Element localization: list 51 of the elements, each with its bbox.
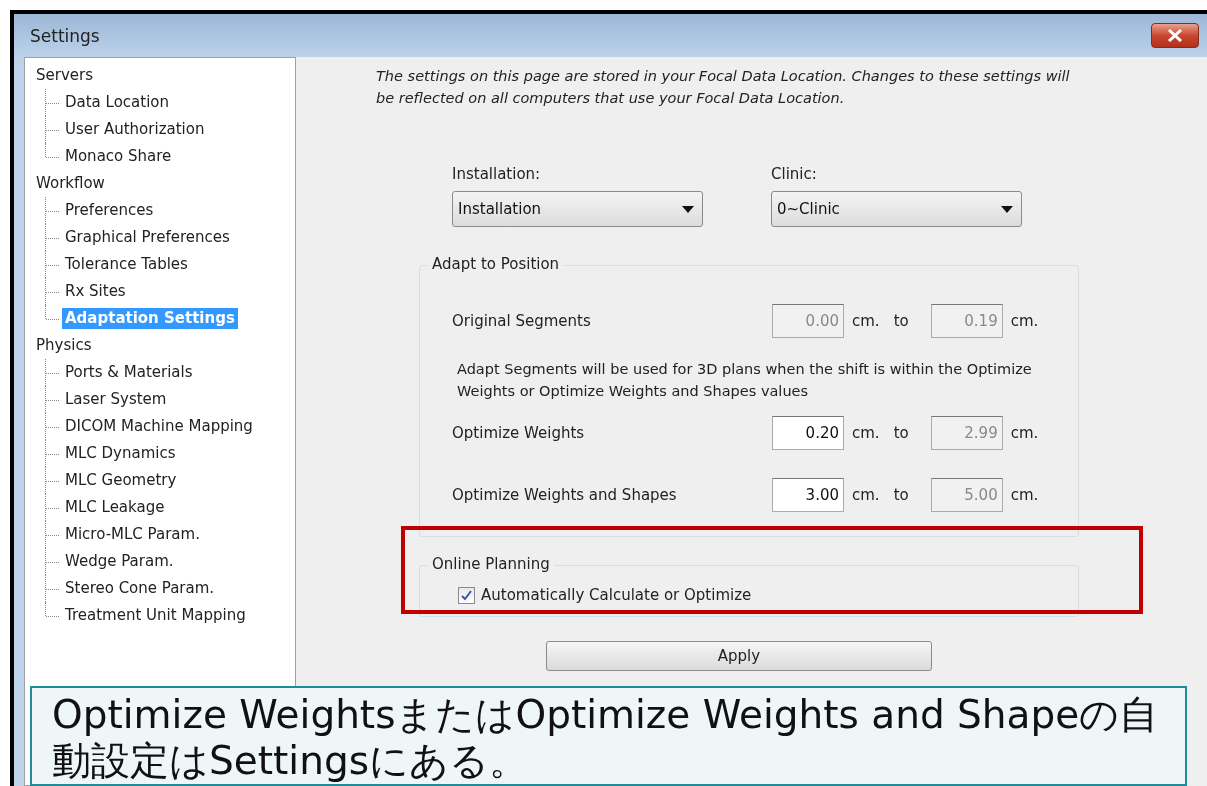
unit-label: cm. [1010, 312, 1039, 330]
dropdown-arrow-icon [682, 205, 694, 213]
tree-item[interactable]: Treatment Unit Mapping [62, 605, 249, 626]
window-title: Settings [30, 25, 100, 46]
close-icon [1167, 29, 1183, 42]
dropdown[interactable]: 0~Clinic [771, 191, 1022, 227]
tree-item[interactable]: Ports & Materials [62, 362, 196, 383]
tree-item[interactable]: DICOM Machine Mapping [62, 416, 256, 437]
tree-item[interactable]: MLC Leakage [62, 497, 168, 518]
explanation-text: Adapt Segments will be used for 3D plans when the shift is within the Optimize Weights or Optimize Weights and Shapes values [457, 360, 1033, 401]
tree-item[interactable]: Micro-MLC Param. [62, 524, 203, 545]
tree-item[interactable]: Stereo Cone Param. [62, 578, 218, 599]
tree-item[interactable]: Graphical Preferences [62, 227, 233, 248]
tree-item[interactable]: Physics [33, 335, 95, 356]
unit-label: cm. [852, 424, 880, 442]
field-label: Installation: [452, 165, 542, 183]
number-field[interactable]: 0.20 [772, 416, 844, 450]
close-button[interactable] [1151, 23, 1199, 48]
to-label: to [893, 424, 909, 442]
tree-item[interactable]: Servers [33, 65, 96, 86]
unit-label: cm. [1010, 486, 1039, 504]
group-title: Adapt to Position [428, 255, 564, 273]
tree-item[interactable]: Workflow [33, 173, 108, 194]
tree-item[interactable]: User Authorization [62, 119, 208, 140]
checkbox[interactable] [458, 586, 475, 604]
storage-notice: The settings on this page are stored in your Focal Data Location. Changes to these settings will be reflected on all computers that use your Focal Data Location. [376, 67, 1071, 108]
tree-item[interactable]: MLC Dynamics [62, 443, 179, 464]
callout-text: Optimize WeightsまたはOptimize Weights and Shapeの自動設定はSettingsにある。 [30, 686, 1187, 786]
field-label: Clinic: [771, 165, 818, 183]
number-field[interactable]: 3.00 [772, 478, 844, 512]
tree-item[interactable]: Laser System [62, 389, 170, 410]
unit-label: cm. [1010, 424, 1039, 442]
tree-item[interactable]: MLC Geometry [62, 470, 180, 491]
row-label: Original Segments [452, 312, 592, 330]
tree-item[interactable]: Rx Sites [62, 281, 129, 302]
dropdown[interactable]: Installation [452, 191, 703, 227]
unit-label: cm. [852, 312, 880, 330]
to-label: to [893, 312, 909, 330]
tree-item[interactable]: Wedge Param. [62, 551, 177, 572]
tree-item[interactable]: Data Location [62, 92, 173, 113]
group-title: Online Planning [428, 555, 554, 573]
tree-item[interactable]: Preferences [62, 200, 157, 221]
dropdown-arrow-icon [1001, 205, 1013, 213]
to-label: to [893, 486, 909, 504]
tree-item[interactable]: Monaco Share [62, 146, 175, 167]
tree-item[interactable]: Tolerance Tables [62, 254, 191, 275]
unit-label: cm. [852, 486, 880, 504]
checkbox-label: Automatically Calculate or Optimize [481, 586, 752, 604]
row-label: Optimize Weights and Shapes [452, 486, 678, 504]
apply-button[interactable]: Apply [546, 641, 932, 671]
row-label: Optimize Weights [452, 424, 586, 442]
